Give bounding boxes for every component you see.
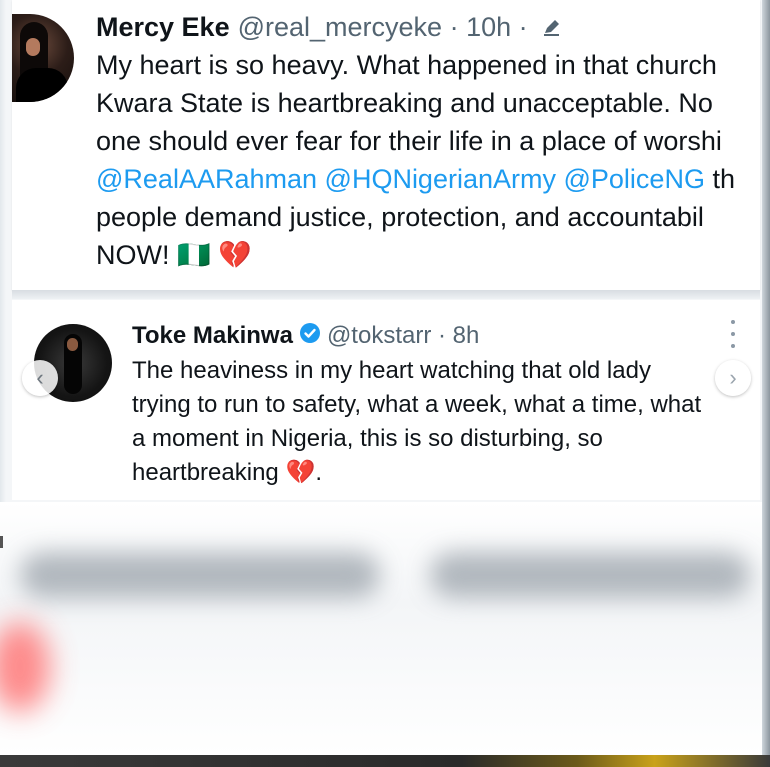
tweet-line-tail: . [315,459,322,486]
tweet-divider [12,290,760,299]
tweet-line: NOW! 🇳🇬 💔 [96,236,760,274]
tweet-line-mentions: @RealAARahman @HQNigerianArmy @PoliceNG … [96,160,760,198]
avatar[interactable] [12,14,74,102]
timestamp[interactable]: · 10h · [450,12,528,42]
avatar-face [67,338,78,351]
tweet-line-tail: th [712,164,735,194]
mention-link[interactable]: @PoliceNG [564,164,705,194]
mention-link[interactable]: @HQNigerianArmy [325,164,556,194]
tweet-line: The heaviness in my heart watching that … [132,357,651,384]
tweet-line: Kwara State is heartbreaking and unaccep… [96,88,713,118]
side-mark [0,536,3,548]
chevron-left-icon: ‹ [36,365,44,390]
emoji-flag-heart: 🇳🇬 💔 [177,240,252,270]
tweet-line: trying to run to safety, what a week, wh… [132,391,702,418]
avatar-dress [16,68,68,102]
tweet-line: a moment in Nigeria, this is so disturbi… [132,425,603,452]
author-handle[interactable]: @tokstarr [327,322,431,349]
author-name[interactable]: Toke Makinwa [132,322,293,349]
dot [731,332,735,336]
tweet-line: one should ever fear for their life in a… [96,126,722,156]
mention-link[interactable]: @RealAARahman [96,164,317,194]
tweet-header: Mercy Eke @real_mercyeke · 10h · [96,8,563,48]
blurred-content [0,502,770,755]
author-handle[interactable]: @real_mercyeke [238,12,442,42]
chevron-right-icon: › [729,365,737,390]
more-options-icon[interactable] [728,320,738,348]
tweet-line-text: NOW! [96,240,170,270]
tweet-line: My heart is so heavy. What happened in t… [96,50,717,80]
dot [731,320,735,324]
tweet-text: My heart is so heavy. What happened in t… [96,46,760,274]
dot [731,344,735,348]
author-name[interactable]: Mercy Eke [96,12,230,42]
tweet-card-mercy-eke[interactable]: Mercy Eke @real_mercyeke · 10h · My heart… [12,0,760,290]
tweet-line: heartbreaking 💔. [132,456,752,490]
pencil-icon [541,10,563,48]
avatar-face [26,38,40,56]
tweet-line-text: heartbreaking [132,459,279,486]
blurred-text-bar [430,552,750,598]
carousel-prev-button[interactable]: ‹ [22,360,58,396]
tweet-line: people demand justice, protection, and a… [96,202,704,232]
tweet-text: The heaviness in my heart watching that … [132,354,752,490]
tweet-card-toke-makinwa[interactable]: Toke Makinwa @tokstarr · 8h The heavines… [12,300,760,500]
tweet-header: Toke Makinwa @tokstarr · 8h [132,320,479,353]
frame-edge-right [762,0,770,767]
timestamp[interactable]: · 8h [438,322,479,349]
verified-badge-icon [299,321,321,353]
blurred-red-shape [0,622,50,712]
blurred-text-bar [20,552,380,598]
carousel-next-button[interactable]: › [715,360,751,396]
broken-heart-emoji: 💔 [285,459,316,486]
bottom-image-strip [0,755,770,767]
